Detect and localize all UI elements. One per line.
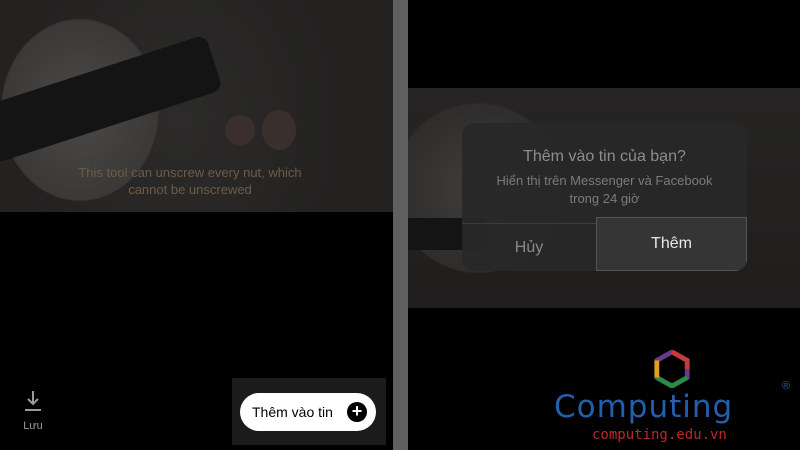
save-label: Lưu: [23, 420, 43, 432]
watermark: Computing ® computing.edu.vn: [550, 345, 795, 450]
computing-logo-icon: [654, 350, 690, 388]
panel-divider: [393, 0, 408, 450]
tool-shaft: [0, 34, 224, 164]
dialog-message: Hiển thị trên Messenger và Facebook tron…: [472, 172, 737, 208]
bolt: [225, 115, 255, 145]
add-story-label: Thêm vào tin: [252, 404, 333, 420]
add-to-story-dialog: Thêm vào tin của bạn? Hiển thị trên Mess…: [462, 123, 747, 271]
dialog-message-line: Hiển thị trên Messenger và Facebook: [496, 173, 713, 188]
bolt: [262, 110, 296, 150]
left-screen: This tool can unscrew every nut, which c…: [0, 0, 393, 450]
right-screen: Thêm vào tin của bạn? Hiển thị trên Mess…: [408, 0, 800, 450]
download-icon: [25, 391, 41, 411]
registered-mark: ®: [782, 380, 791, 392]
video-subtitle: This tool can unscrew every nut, which c…: [40, 164, 340, 198]
dialog-message-line: trong 24 giờ: [569, 191, 640, 206]
add-to-story-button[interactable]: Thêm vào tin +: [240, 393, 376, 431]
subtitle-line: cannot be unscrewed: [128, 182, 252, 197]
cancel-button[interactable]: Hủy: [462, 224, 596, 271]
dialog-title: Thêm vào tin của bạn?: [523, 148, 686, 165]
save-button[interactable]: Lưu: [16, 390, 50, 432]
add-story-area: Thêm vào tin +: [232, 378, 386, 445]
confirm-add-button[interactable]: Thêm: [596, 217, 747, 271]
watermark-url: computing.edu.vn: [592, 427, 727, 443]
subtitle-line: This tool can unscrew every nut, which: [78, 165, 302, 180]
watermark-brand-name: Computing: [554, 389, 734, 425]
plus-circle-icon: +: [347, 402, 367, 422]
